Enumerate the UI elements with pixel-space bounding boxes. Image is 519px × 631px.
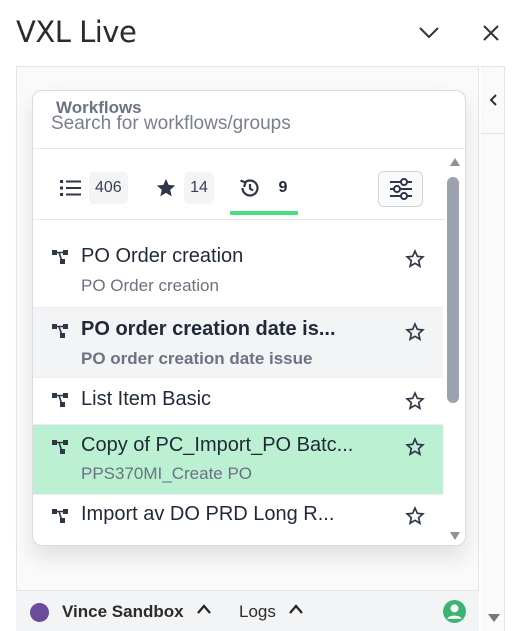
scroll-down-arrow-icon[interactable] [487, 613, 501, 623]
tab-recent[interactable]: 9 [238, 172, 298, 204]
workflow-icon [52, 250, 68, 264]
environment-selector[interactable]: Vince Sandbox [62, 602, 184, 622]
close-button[interactable] [476, 18, 506, 48]
workflow-list: PO Order creation PO Order creation PO o… [33, 221, 443, 545]
workflow-icon [52, 393, 68, 407]
active-tab-indicator [230, 211, 298, 215]
favorite-star-button[interactable] [403, 320, 427, 344]
workflow-subtitle: PO order creation date issue [81, 349, 313, 368]
filter-tabs: 406 14 9 [33, 150, 465, 220]
list-scrollbar[interactable] [445, 151, 465, 545]
workflow-title: Import av DO PRD Long R... [81, 503, 335, 525]
side-strip [481, 134, 505, 631]
workflow-icon [52, 440, 68, 454]
tab-all-workflows[interactable]: 406 [59, 172, 128, 204]
scroll-up-arrow-icon[interactable] [449, 157, 461, 167]
filter-settings-button[interactable] [378, 171, 423, 207]
star-filled-icon [154, 176, 178, 200]
workflow-title: List Item Basic [81, 388, 212, 410]
search-header: Workflows [33, 91, 465, 149]
workflow-icon [52, 509, 68, 523]
chevron-up-icon[interactable] [288, 603, 304, 615]
tab-favorites[interactable]: 14 [154, 172, 214, 204]
expand-side-button[interactable] [481, 66, 505, 134]
scroll-down-arrow-icon[interactable] [449, 531, 461, 541]
sliders-icon [389, 178, 412, 200]
collapse-button[interactable] [414, 18, 444, 48]
chevron-left-icon [489, 94, 497, 106]
list-icon [59, 176, 83, 200]
favorites-count-badge: 14 [184, 172, 214, 204]
workflow-item[interactable]: Import av DO PRD Long R... [33, 495, 443, 545]
environment-dot [30, 603, 49, 622]
workflow-card: Workflows 406 14 9 PO Or [32, 90, 466, 546]
favorite-star-button[interactable] [403, 247, 427, 271]
chevron-down-icon [419, 27, 439, 39]
workflow-subtitle: PO Order creation [81, 276, 219, 295]
app-title: VXL Live [16, 15, 137, 49]
workflow-item[interactable]: PO Order creation PO Order creation [33, 221, 443, 308]
star-outline-icon [405, 506, 425, 525]
workflow-title: PO order creation date is... [81, 318, 336, 340]
star-outline-icon [405, 249, 425, 268]
chevron-up-icon[interactable] [196, 603, 212, 615]
workflow-item[interactable]: PO order creation date is... PO order cr… [33, 308, 443, 378]
star-outline-icon [405, 437, 425, 456]
workflow-item[interactable]: Copy of PC_Import_PO Batc... PPS370MI_Cr… [33, 425, 443, 495]
workflow-title: Copy of PC_Import_PO Batc... [81, 434, 354, 456]
user-account-icon[interactable] [442, 599, 467, 624]
workflow-icon [52, 324, 68, 338]
status-footer: Vince Sandbox Logs [16, 590, 479, 631]
workflow-title: PO Order creation [81, 245, 244, 267]
favorite-star-button[interactable] [403, 504, 427, 528]
star-outline-icon [405, 391, 425, 410]
favorite-star-button[interactable] [403, 389, 427, 413]
all-count-badge: 406 [89, 172, 128, 204]
star-outline-icon [405, 322, 425, 341]
logs-toggle[interactable]: Logs [239, 602, 276, 622]
recent-count-badge: 9 [278, 179, 288, 196]
workflow-subtitle: PPS370MI_Create PO [81, 464, 253, 483]
search-input[interactable] [51, 110, 451, 138]
workflow-item[interactable]: List Item Basic [33, 378, 443, 425]
close-icon [483, 25, 499, 41]
favorite-star-button[interactable] [403, 435, 427, 459]
scroll-thumb[interactable] [447, 177, 459, 403]
title-bar: VXL Live [0, 0, 519, 66]
history-icon [238, 176, 262, 200]
